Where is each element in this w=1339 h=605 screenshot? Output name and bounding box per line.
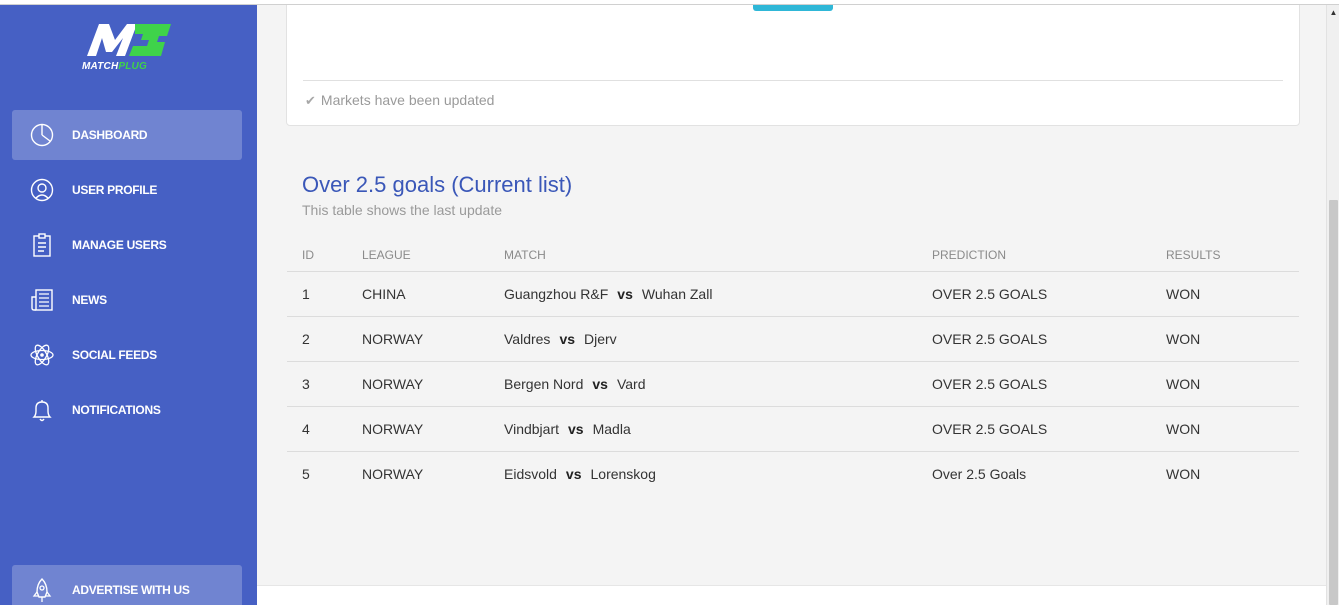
main-content: ✔ Markets have been updated Over 2.5 goal… xyxy=(257,0,1326,605)
rocket-icon xyxy=(32,578,52,602)
cell-prediction: OVER 2.5 GOALS xyxy=(917,361,1151,407)
column-header-results: RESULTS xyxy=(1151,239,1299,272)
cell-match: Guangzhou R&F vs Wuhan Zall xyxy=(489,271,917,317)
sidebar-item-advertise[interactable]: ADVERTISE WITH US xyxy=(12,565,242,605)
user-icon xyxy=(30,178,54,202)
scroll-up-arrow-icon[interactable]: ▲ xyxy=(1327,7,1339,19)
away-team: Djerv xyxy=(584,330,617,347)
window-top-edge xyxy=(0,0,1339,5)
sidebar-item-label: ADVERTISE WITH US xyxy=(72,583,190,597)
sidebar-item-label: USER PROFILE xyxy=(72,183,158,197)
cell-prediction: OVER 2.5 GOALS xyxy=(917,271,1151,317)
markets-updated-text: Markets have been updated xyxy=(320,92,495,108)
away-team: Wuhan Zall xyxy=(641,285,713,302)
column-header-id: ID xyxy=(287,239,347,272)
atom-icon xyxy=(30,344,54,366)
home-team: Vindbjart xyxy=(504,420,560,437)
sidebar-item-user-profile[interactable]: USER PROFILE xyxy=(12,165,242,215)
card-divider xyxy=(303,80,1283,81)
cell-match: Valdres vs Djerv xyxy=(489,316,917,362)
sidebar-item-social-feeds[interactable]: SOCIAL FEEDS xyxy=(12,330,242,380)
logo-text-match: MATCH xyxy=(82,61,119,72)
vs-label: vs xyxy=(565,465,582,482)
home-team: Eidsvold xyxy=(504,465,557,482)
clipboard-icon xyxy=(33,233,51,257)
cell-result: WON xyxy=(1151,271,1299,317)
away-team: Vard xyxy=(616,375,646,392)
sidebar: MATCHPLUG DASHBOARD USER PROFILE MANAGE … xyxy=(0,5,257,605)
section-subtitle: This table shows the last update xyxy=(302,202,503,218)
logo-text-plug: PLUG xyxy=(118,61,147,72)
cell-id: 3 xyxy=(287,361,347,407)
cell-id: 5 xyxy=(302,465,310,482)
logo-text: MATCHPLUG xyxy=(82,61,147,72)
check-icon: ✔ xyxy=(305,93,316,108)
sidebar-item-label: NOTIFICATIONS xyxy=(72,403,161,417)
logo[interactable]: MATCHPLUG xyxy=(80,20,180,80)
cell-league: NORWAY xyxy=(347,406,489,452)
table-header-row: ID LEAGUE MATCH PREDICTION RESULTS xyxy=(287,239,1299,272)
sidebar-item-manage-users[interactable]: MANAGE USERS xyxy=(12,220,242,270)
home-team: Guangzhou R&F xyxy=(504,285,609,302)
cell-result: WON xyxy=(1151,361,1299,407)
cell-id: 2 xyxy=(287,316,347,362)
predictions-table: ID LEAGUE MATCH PREDICTION RESULTS 1 CHI… xyxy=(287,239,1299,496)
vs-label: vs xyxy=(559,330,576,347)
cell-match: Eidsvold vs Lorenskog xyxy=(489,451,917,496)
vertical-scrollbar[interactable]: ▲ xyxy=(1326,5,1339,605)
vs-label: vs xyxy=(617,285,633,302)
table-row: 4 NORWAY Vindbjart vs Madla OVER 2.5 GOALS… xyxy=(287,406,1299,452)
column-header-prediction: PREDICTION xyxy=(917,239,1151,272)
column-header-match: MATCH xyxy=(489,239,917,272)
sidebar-item-dashboard[interactable]: DASHBOARD xyxy=(12,110,242,160)
sidebar-item-label: DASHBOARD xyxy=(72,128,148,142)
cell-league: CHINA xyxy=(347,271,489,317)
home-team: Valdres xyxy=(504,330,551,347)
cell-result: WON xyxy=(1151,406,1299,452)
sidebar-item-notifications[interactable]: NOTIFICATIONS xyxy=(12,385,242,435)
cell-league: NORWAY xyxy=(347,316,489,362)
sidebar-item-news[interactable]: NEWS xyxy=(12,275,242,325)
markets-card: ✔ Markets have been updated xyxy=(286,0,1300,126)
cell-id: 4 xyxy=(287,406,347,452)
table-row: 1 CHINA Guangzhou R&F vs Wuhan Zall OVER 2… xyxy=(287,271,1299,317)
cell-prediction: Over 2.5 Goals xyxy=(932,465,1027,482)
cell-match: Vindbjart vs Madla xyxy=(489,406,917,452)
newspaper-icon xyxy=(31,289,53,311)
cell-result: WON xyxy=(1151,316,1299,362)
scrollbar-thumb[interactable] xyxy=(1329,200,1338,605)
home-team: Bergen Nord xyxy=(504,375,584,392)
column-header-league: LEAGUE xyxy=(347,239,489,272)
away-team: Madla xyxy=(592,420,631,437)
away-team: Lorenskog xyxy=(590,465,656,482)
card-footer: ✔ Markets have been updated xyxy=(305,92,494,109)
table-row: 2 NORWAY Valdres vs Djerv OVER 2.5 GOALS W… xyxy=(287,316,1299,362)
table-row: 3 NORWAY Bergen Nord vs Vard OVER 2.5 GOAL… xyxy=(287,361,1299,407)
section-title: Over 2.5 goals (Current list) xyxy=(302,172,573,197)
cell-prediction: OVER 2.5 GOALS xyxy=(917,406,1151,452)
footer-strip xyxy=(257,585,1326,605)
sidebar-item-label: MANAGE USERS xyxy=(72,238,167,252)
cell-league: NORWAY xyxy=(347,361,489,407)
cell-match: Bergen Nord vs Vard xyxy=(489,361,917,407)
sidebar-item-label: SOCIAL FEEDS xyxy=(72,348,157,362)
cell-league: NORWAY xyxy=(362,465,424,482)
cell-result: WON xyxy=(1166,465,1201,482)
table-row: 5 NORWAY Eidsvold vs Lorenskog Over 2.5 Go… xyxy=(287,451,1299,496)
bell-icon xyxy=(32,400,52,422)
cell-id: 1 xyxy=(287,271,347,317)
vs-label: vs xyxy=(568,420,584,437)
sidebar-item-label: NEWS xyxy=(72,293,107,307)
vs-label: vs xyxy=(592,375,608,392)
matchplug-logo-icon xyxy=(87,24,171,56)
pie-chart-icon xyxy=(30,123,54,147)
cell-prediction: OVER 2.5 GOALS xyxy=(917,316,1151,362)
